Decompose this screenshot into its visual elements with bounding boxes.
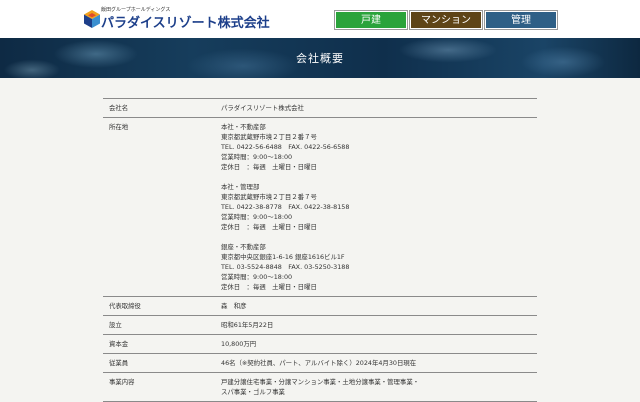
table-row: 代表取締役 森 和彦	[103, 296, 537, 316]
page-title: 会社概要	[296, 52, 344, 65]
logo-cube-icon	[84, 10, 100, 28]
row-label-established: 設立	[109, 321, 122, 329]
office-holidays: 定休日 ：毎週 土曜日・日曜日	[221, 223, 317, 231]
nav-condominium-button[interactable]: マンション	[409, 10, 483, 30]
row-value-capital: 10,800万円	[221, 340, 257, 348]
office-block-head-realestate: 本社・不動産部 東京都武蔵野市境２丁目２番７号 TEL. 0422-56-648…	[221, 122, 531, 172]
row-value-established: 昭和61年5月22日	[221, 321, 274, 329]
row-label-address: 所在地	[109, 123, 129, 131]
office-holidays: 定休日 ：毎週 土曜日・日曜日	[221, 163, 317, 171]
row-label-representative: 代表取締役	[109, 302, 141, 310]
nav-detached-house-button[interactable]: 戸建	[334, 10, 408, 30]
logo-company-name: パラダイスリゾート株式会社	[101, 16, 270, 31]
row-label-business: 事業内容	[109, 378, 135, 386]
row-value-address: 本社・不動産部 東京都武蔵野市境２丁目２番７号 TEL. 0422-56-648…	[215, 118, 537, 297]
table-row: 所在地 本社・不動産部 東京都武蔵野市境２丁目２番７号 TEL. 0422-56…	[103, 117, 537, 297]
business-line: スパ事業・ゴルフ事業	[221, 388, 285, 396]
row-value-business: 戸建分譲住宅事業・分譲マンション事業・土地分譲事業・管理事業・ スパ事業・ゴルフ…	[215, 373, 537, 402]
office-hours: 営業時間：9:00〜18:00	[221, 273, 293, 281]
office-name: 本社・不動産部	[221, 123, 266, 131]
table-row: 資本金 10,800万円	[103, 334, 537, 354]
office-holidays: 定休日 ：毎週 土曜日・日曜日	[221, 283, 317, 291]
row-value-employees: 46名（※契約社員、パート、アルバイト除く）2024年4月30日現在	[221, 359, 417, 367]
nav-management-button[interactable]: 管理	[484, 10, 558, 30]
company-profile: 会社名 パラダイスリゾート株式会社 所在地 本社・不動産部 東京都武蔵野市境２丁…	[103, 78, 537, 402]
company-profile-table: 会社名 パラダイスリゾート株式会社 所在地 本社・不動産部 東京都武蔵野市境２丁…	[103, 98, 537, 402]
row-value-company-name: パラダイスリゾート株式会社	[221, 104, 304, 112]
office-phone-fax: TEL. 0422-38-8778 FAX. 0422-38-8158	[221, 203, 350, 211]
site-header: 飯田グループホールディングス パラダイスリゾート株式会社 戸建 マンション 管理	[0, 0, 640, 38]
office-block-ginza: 銀座・不動産部 東京都中央区銀座1-6-16 銀座1616ビル1F TEL. 0…	[221, 242, 531, 292]
main-nav: 戸建 マンション 管理	[334, 10, 558, 30]
page-banner: 会社概要	[0, 38, 640, 78]
row-label-company-name: 会社名	[109, 104, 129, 112]
row-value-representative: 森 和彦	[221, 302, 247, 310]
table-row: 設立 昭和61年5月22日	[103, 315, 537, 335]
office-address: 東京都武蔵野市境２丁目２番７号	[221, 133, 317, 141]
row-label-employees: 従業員	[109, 359, 129, 367]
office-name: 銀座・不動産部	[221, 243, 266, 251]
office-address: 東京都武蔵野市境２丁目２番７号	[221, 193, 317, 201]
table-row: 会社名 パラダイスリゾート株式会社	[103, 98, 537, 118]
office-name: 本社・管理部	[221, 183, 260, 191]
office-phone-fax: TEL. 03-5524-8848 FAX. 03-5250-3188	[221, 263, 350, 271]
table-row: 従業員 46名（※契約社員、パート、アルバイト除く）2024年4月30日現在	[103, 353, 537, 373]
office-hours: 営業時間：9:00〜18:00	[221, 153, 293, 161]
office-address: 東京都中央区銀座1-6-16 銀座1616ビル1F	[221, 253, 345, 261]
business-line: 戸建分譲住宅事業・分譲マンション事業・土地分譲事業・管理事業・	[221, 378, 420, 386]
office-block-head-management: 本社・管理部 東京都武蔵野市境２丁目２番７号 TEL. 0422-38-8778…	[221, 182, 531, 232]
office-phone-fax: TEL. 0422-56-6488 FAX. 0422-56-6588	[221, 143, 350, 151]
row-label-capital: 資本金	[109, 340, 129, 348]
office-hours: 営業時間：9:00〜18:00	[221, 213, 293, 221]
table-row: 事業内容 戸建分譲住宅事業・分譲マンション事業・土地分譲事業・管理事業・ スパ事…	[103, 372, 537, 402]
